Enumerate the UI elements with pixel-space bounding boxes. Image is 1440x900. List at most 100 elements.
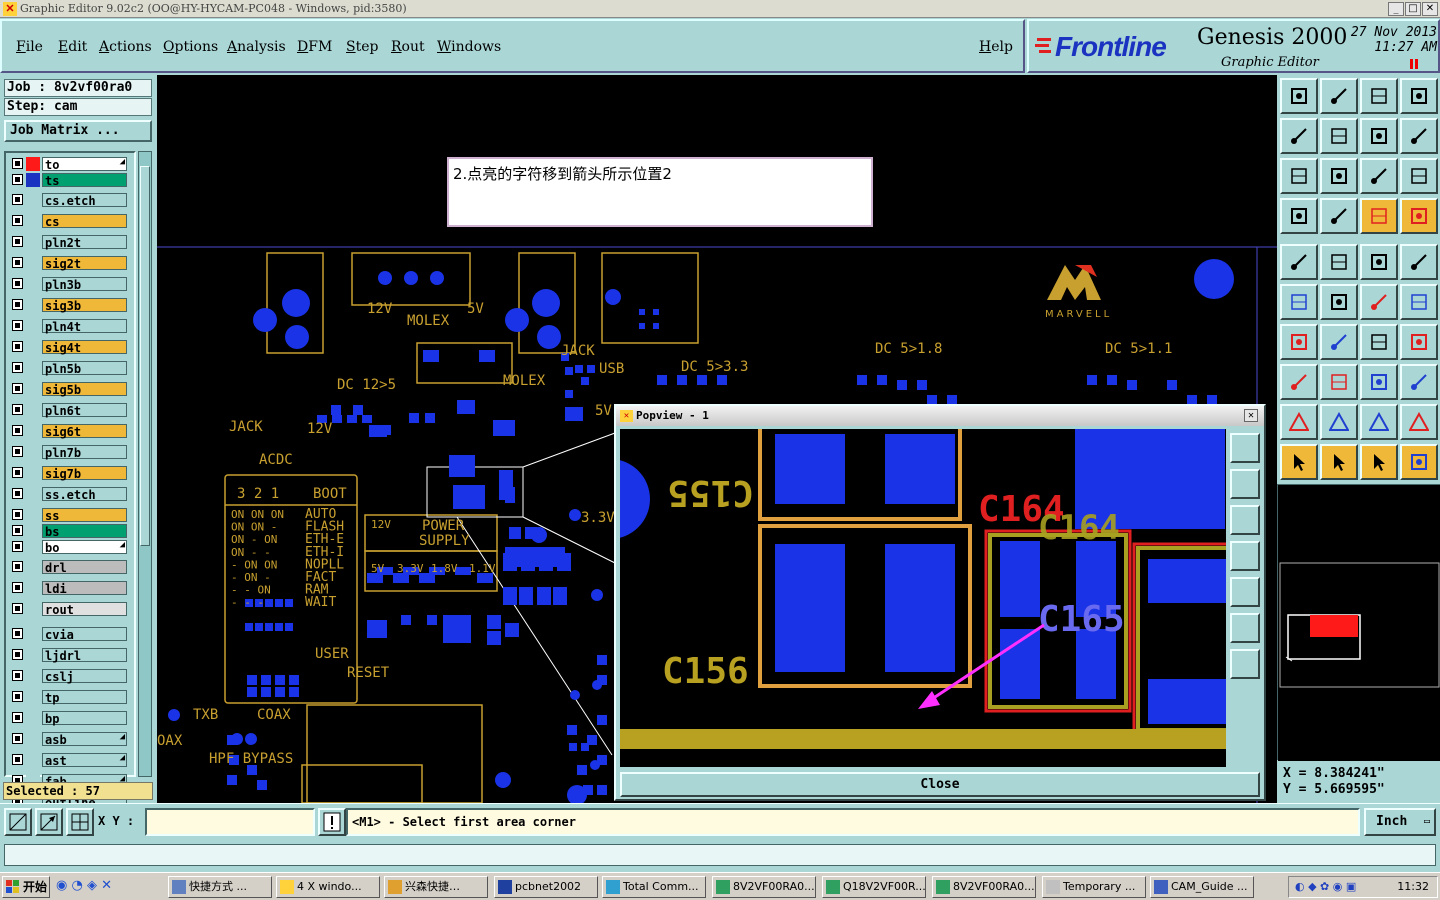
toolbar-button-resize[interactable]	[1360, 364, 1398, 400]
toolbar-button-home[interactable]	[1360, 78, 1398, 114]
toolbar-button-line[interactable]	[1280, 324, 1318, 360]
popview-tool-3[interactable]	[1230, 505, 1260, 535]
taskbar-task[interactable]: Total Comm...	[602, 876, 706, 898]
toolbar-button-flip[interactable]	[1400, 324, 1438, 360]
toolbar-button-pointer[interactable]	[1280, 444, 1318, 480]
taskbar-task[interactable]: pcbnet2002	[494, 876, 598, 898]
layer-name[interactable]: pln7b	[42, 445, 127, 460]
popview-tool-1[interactable]	[1230, 433, 1260, 463]
layer-color-swatch[interactable]	[26, 340, 40, 354]
layer-checkbox[interactable]	[12, 603, 23, 614]
units-select[interactable]: Inch ▭	[1364, 808, 1436, 836]
bottom-tool-grid-icon[interactable]	[66, 808, 94, 836]
taskbar-task[interactable]: CAM_Guide ...	[1150, 876, 1254, 898]
layer-color-swatch[interactable]	[26, 382, 40, 396]
toolbar-button-layers-toggle[interactable]	[1360, 198, 1398, 234]
menu-file[interactable]: File	[16, 39, 43, 55]
taskbar-task[interactable]: 快捷方式 ...	[168, 876, 272, 898]
layer-name[interactable]: pln2t	[42, 235, 127, 250]
layer-checkbox[interactable]	[12, 754, 23, 765]
layer-checkbox[interactable]	[12, 174, 23, 185]
toolbar-button-delete[interactable]	[1320, 284, 1358, 320]
layer-checkbox[interactable]	[12, 649, 23, 660]
layer-color-swatch[interactable]	[26, 524, 40, 538]
layer-color-swatch[interactable]	[26, 690, 40, 704]
toolbar-button-mirror[interactable]	[1360, 118, 1398, 154]
taskbar-task[interactable]: Temporary ...	[1042, 876, 1146, 898]
layer-name[interactable]: cs	[42, 214, 127, 229]
popview-tool-5[interactable]	[1230, 577, 1260, 607]
toolbar-button-fit-zoom[interactable]	[1280, 158, 1318, 194]
toolbar-button-snap[interactable]	[1280, 198, 1318, 234]
layer-color-swatch[interactable]	[26, 277, 40, 291]
toolbar-button-pointer-2[interactable]	[1320, 444, 1358, 480]
layer-color-swatch[interactable]	[26, 298, 40, 312]
layer-color-swatch[interactable]	[26, 508, 40, 522]
layer-checkbox[interactable]	[12, 236, 23, 247]
toolbar-button-parent-step[interactable]	[1280, 78, 1318, 114]
toolbar-button-zoom-center[interactable]	[1320, 158, 1358, 194]
menu-help[interactable]: Help	[979, 39, 1013, 55]
layer-checkbox[interactable]	[12, 525, 23, 536]
bottom-tool-zoom-icon[interactable]	[4, 808, 32, 836]
layer-color-swatch[interactable]	[26, 403, 40, 417]
layer-color-swatch[interactable]	[26, 753, 40, 767]
layer-checkbox[interactable]	[12, 488, 23, 499]
layer-name[interactable]: ldi	[42, 581, 127, 596]
layer-name[interactable]: sig6t	[42, 424, 127, 439]
layer-name[interactable]: asb	[42, 732, 127, 747]
layer-name[interactable]: bo	[42, 540, 127, 555]
layer-name[interactable]: cslj	[42, 669, 127, 684]
layer-row-ss[interactable]: ss	[10, 508, 128, 523]
layer-color-swatch[interactable]	[26, 581, 40, 595]
layer-row-ast[interactable]: ast ◢	[10, 753, 128, 768]
layer-list-scrollbar[interactable]	[138, 151, 152, 777]
layer-checkbox[interactable]	[12, 425, 23, 436]
layer-row-cvia[interactable]: cvia	[10, 627, 128, 642]
layer-row-bo[interactable]: bo ◢	[10, 540, 128, 555]
layer-color-swatch[interactable]	[26, 157, 40, 171]
layer-color-swatch[interactable]	[26, 445, 40, 459]
popview-tool-6[interactable]	[1230, 613, 1260, 643]
layer-checkbox[interactable]	[12, 158, 23, 169]
layer-row-asb[interactable]: asb ◢	[10, 732, 128, 747]
toolbar-button-triangle-3[interactable]	[1360, 404, 1398, 440]
layer-checkbox[interactable]	[12, 341, 23, 352]
layer-row-pln4t[interactable]: pln4t	[10, 319, 128, 334]
toolbar-button-measure[interactable]	[1320, 244, 1358, 280]
toolbar-button-rotate[interactable]	[1360, 324, 1398, 360]
layer-row-sig5b[interactable]: sig5b	[10, 382, 128, 397]
menu-dfm[interactable]: DFM	[297, 39, 332, 55]
popview-close-icon[interactable]: ✕	[1244, 409, 1258, 422]
menu-options[interactable]: Options	[163, 39, 218, 55]
layer-name[interactable]: cvia	[42, 627, 127, 642]
layer-checkbox[interactable]	[12, 194, 23, 205]
layer-row-pln7b[interactable]: pln7b	[10, 445, 128, 460]
toolbar-button-layers-toggle-2[interactable]	[1400, 198, 1438, 234]
start-button[interactable]: 开始	[2, 876, 50, 898]
layer-checkbox[interactable]	[12, 278, 23, 289]
layer-name[interactable]: pln4t	[42, 319, 127, 334]
layer-row-sig6t[interactable]: sig6t	[10, 424, 128, 439]
layer-color-swatch[interactable]	[26, 711, 40, 725]
alert-icon[interactable]	[318, 808, 346, 836]
layer-color-swatch[interactable]	[26, 235, 40, 249]
toolbar-button-child-step[interactable]	[1320, 78, 1358, 114]
toolbar-button-minus[interactable]	[1320, 364, 1358, 400]
layer-name[interactable]: ss	[42, 508, 127, 523]
toolbar-button-triangle-1[interactable]	[1280, 404, 1318, 440]
layer-color-swatch[interactable]	[26, 732, 40, 746]
layer-name[interactable]: sig2t	[42, 256, 127, 271]
layer-name[interactable]: to	[42, 157, 127, 172]
taskbar-task[interactable]: 4 X windo...	[276, 876, 380, 898]
toolbar-button-feature-info[interactable]	[1280, 364, 1318, 400]
layer-row-sig2t[interactable]: sig2t	[10, 256, 128, 271]
popview-board[interactable]: C155 C164 C164 C165 C156	[620, 429, 1226, 767]
layer-name[interactable]: sig7b	[42, 466, 127, 481]
toolbar-button-one-to-two[interactable]	[1360, 158, 1398, 194]
popview-tool-4[interactable]	[1230, 541, 1260, 571]
layer-checkbox[interactable]	[12, 446, 23, 457]
toolbar-button-redraw[interactable]	[1400, 118, 1438, 154]
layer-color-swatch[interactable]	[26, 669, 40, 683]
layer-checkbox[interactable]	[12, 541, 23, 552]
